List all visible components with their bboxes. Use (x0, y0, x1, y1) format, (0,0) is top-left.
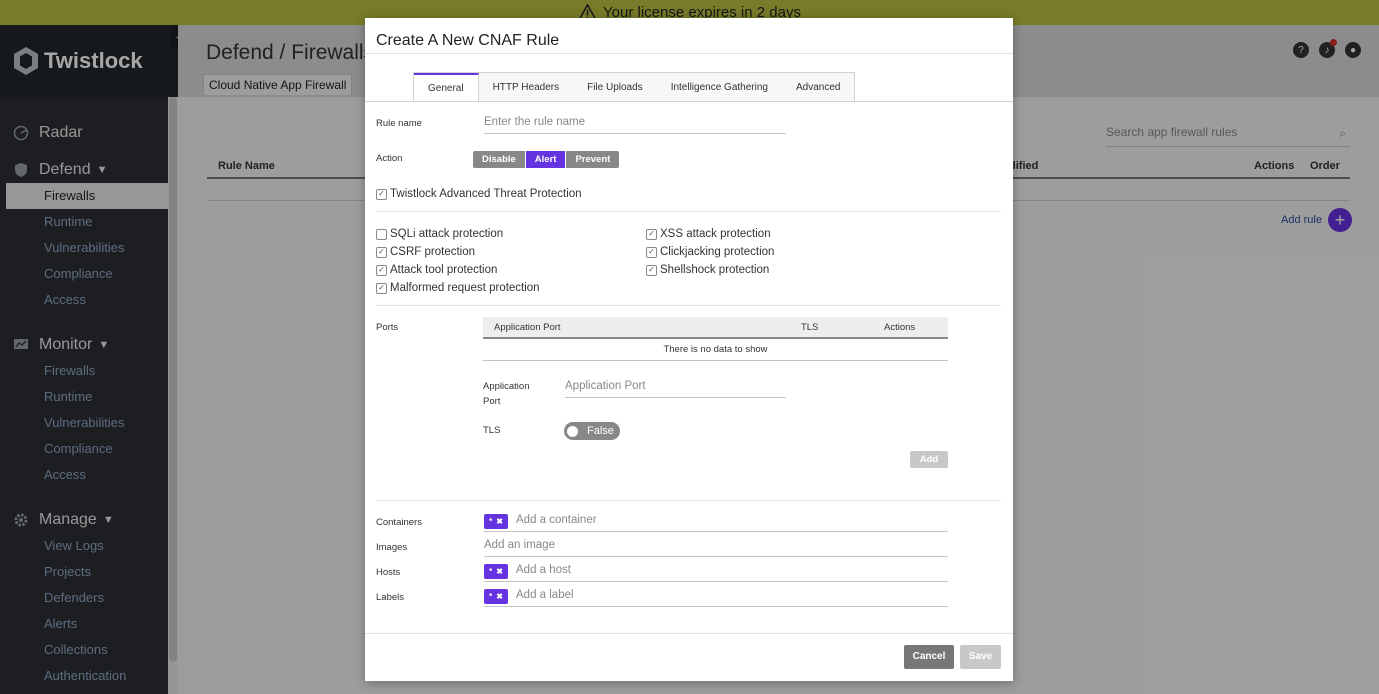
action-label: Action (376, 153, 403, 164)
checkbox-unchecked-icon (376, 228, 387, 240)
column-application-port: Application Port (494, 322, 561, 333)
tab-intelligence-gathering[interactable]: Intelligence Gathering (657, 73, 782, 101)
cancel-button[interactable]: Cancel (904, 645, 954, 669)
add-port-button[interactable]: Add (910, 451, 948, 468)
action-alert-button[interactable]: Alert (525, 151, 566, 168)
hosts-input[interactable]: Add a host (484, 563, 948, 582)
toggle-knob (567, 425, 578, 437)
checkbox-checked-icon: ✓ (376, 264, 387, 276)
labels-input[interactable]: Add a label (484, 588, 948, 607)
create-rule-modal: Create A New CNAF Rule General HTTP Head… (365, 18, 1013, 681)
attack-tool-checkbox[interactable]: ✓ Attack tool protection (376, 264, 497, 276)
divider (365, 53, 1013, 54)
containers-input[interactable]: Add a container (484, 513, 948, 532)
ports-empty-message: There is no data to show (483, 339, 948, 361)
checkbox-label: Attack tool protection (390, 264, 498, 276)
tabs-underline (365, 101, 1013, 102)
checkbox-checked-icon: ✓ (646, 246, 657, 258)
application-port-label-line2: Port (483, 396, 501, 407)
tls-label: TLS (483, 425, 501, 436)
checkbox-label: Twistlock Advanced Threat Protection (390, 188, 582, 200)
modal-title: Create A New CNAF Rule (376, 32, 560, 49)
application-port-label-line1: Application (483, 381, 530, 392)
checkbox-checked-icon: ✓ (376, 246, 387, 258)
hosts-label: Hosts (376, 567, 401, 578)
shellshock-checkbox[interactable]: ✓ Shellshock protection (646, 264, 769, 276)
checkbox-label: CSRF protection (390, 246, 476, 258)
sqli-checkbox[interactable]: SQLi attack protection (376, 228, 503, 240)
xss-checkbox[interactable]: ✓ XSS attack protection (646, 228, 771, 240)
divider (365, 633, 1013, 634)
divider (376, 211, 1001, 212)
column-tls: TLS (801, 322, 819, 333)
checkbox-label: SQLi attack protection (390, 228, 504, 240)
labels-label: Labels (376, 592, 404, 603)
ports-table: Application Port TLS Actions There is no… (483, 317, 948, 361)
clickjacking-checkbox[interactable]: ✓ Clickjacking protection (646, 246, 774, 258)
csrf-checkbox[interactable]: ✓ CSRF protection (376, 246, 475, 258)
images-input[interactable]: Add an image (484, 538, 948, 557)
save-button[interactable]: Save (960, 645, 1001, 669)
application-port-input[interactable]: Application Port (565, 379, 786, 398)
tls-toggle-value: False (587, 425, 614, 437)
ports-table-header: Application Port TLS Actions (483, 317, 948, 339)
tab-http-headers[interactable]: HTTP Headers (479, 73, 574, 101)
ports-label: Ports (376, 322, 399, 333)
checkbox-checked-icon: ✓ (646, 228, 657, 240)
rule-name-label: Rule name (376, 118, 422, 129)
malformed-request-checkbox[interactable]: ✓ Malformed request protection (376, 282, 540, 294)
modal-tabs: General HTTP Headers File Uploads Intell… (413, 72, 856, 101)
checkbox-label: XSS attack protection (660, 228, 771, 240)
containers-label: Containers (376, 517, 422, 528)
action-button-group: Disable Alert Prevent (473, 151, 620, 168)
checkbox-label: Clickjacking protection (660, 246, 775, 258)
checkbox-label: Shellshock protection (660, 264, 770, 276)
action-disable-button[interactable]: Disable (473, 151, 525, 168)
advanced-threat-checkbox[interactable]: ✓ Twistlock Advanced Threat Protection (376, 188, 582, 200)
rule-name-input[interactable]: Enter the rule name (484, 115, 786, 134)
column-actions: Actions (884, 322, 916, 333)
tls-toggle[interactable]: False (564, 422, 620, 440)
tab-file-uploads[interactable]: File Uploads (573, 73, 657, 101)
checkbox-checked-icon: ✓ (376, 188, 387, 200)
checkbox-checked-icon: ✓ (646, 264, 657, 276)
images-label: Images (376, 542, 408, 553)
divider (376, 305, 1001, 306)
checkbox-checked-icon: ✓ (376, 282, 387, 294)
divider (376, 500, 1001, 501)
checkbox-label: Malformed request protection (390, 282, 540, 294)
tab-advanced[interactable]: Advanced (782, 73, 854, 101)
action-prevent-button[interactable]: Prevent (566, 151, 620, 168)
tab-general[interactable]: General (414, 73, 479, 101)
